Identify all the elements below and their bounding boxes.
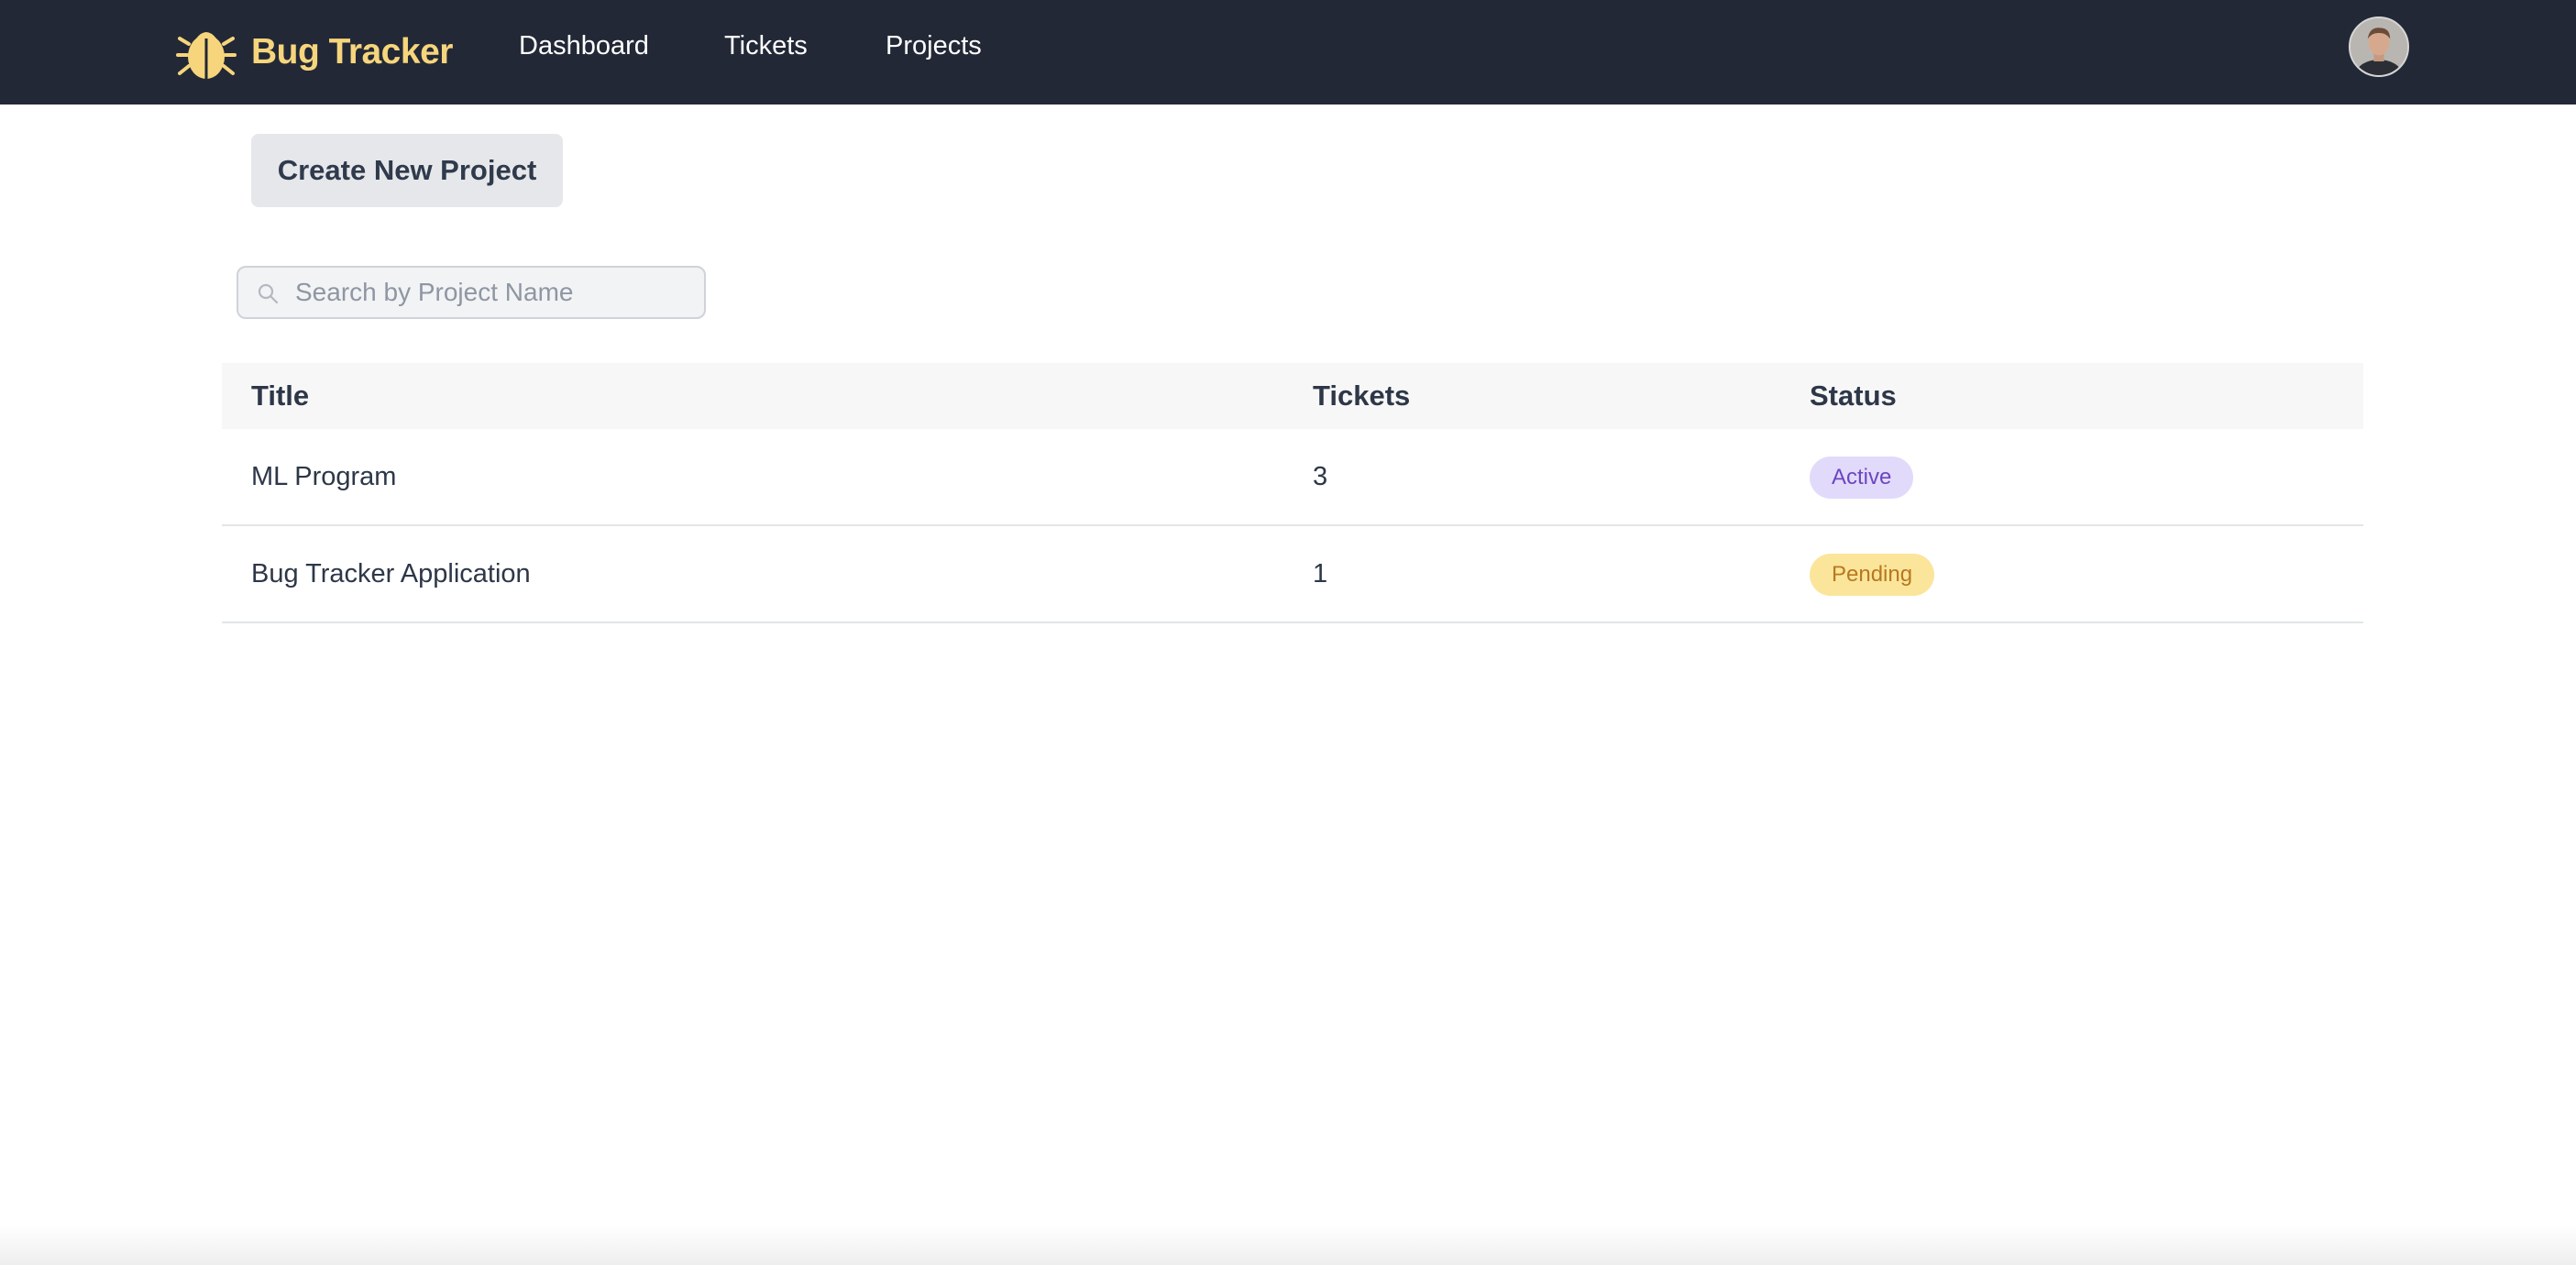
table-row[interactable]: ML Program 3 Active <box>222 429 2363 526</box>
status-badge: Pending <box>1810 554 1935 596</box>
table-row[interactable]: Bug Tracker Application 1 Pending <box>222 526 2363 623</box>
brand-name: Bug Tracker <box>251 32 453 72</box>
search-box[interactable] <box>237 266 706 319</box>
status-badge: Active <box>1810 456 1914 499</box>
bottom-shadow <box>0 1225 2576 1265</box>
search-icon <box>258 283 279 304</box>
bug-icon <box>176 32 237 79</box>
avatar-image <box>2350 18 2407 75</box>
column-header-status[interactable]: Status <box>1810 380 1897 412</box>
nav-projects[interactable]: Projects <box>886 28 982 64</box>
project-title[interactable]: ML Program <box>251 462 396 492</box>
top-navbar: Bug Tracker Dashboard Tickets Projects <box>0 0 2576 104</box>
project-ticket-count: 1 <box>1313 559 1328 588</box>
user-avatar[interactable] <box>2349 16 2409 77</box>
nav-tickets[interactable]: Tickets <box>724 28 808 64</box>
table-header: Title Tickets Status <box>222 363 2363 429</box>
brand-link[interactable]: Bug Tracker <box>176 16 453 88</box>
column-header-title[interactable]: Title <box>251 380 309 412</box>
project-title[interactable]: Bug Tracker Application <box>251 559 531 589</box>
column-header-tickets[interactable]: Tickets <box>1313 380 1410 412</box>
project-ticket-count: 3 <box>1313 462 1328 491</box>
nav-dashboard[interactable]: Dashboard <box>519 28 649 64</box>
search-input[interactable] <box>293 268 697 317</box>
projects-table: Title Tickets Status ML Program 3 Active… <box>222 363 2363 623</box>
create-project-button[interactable]: Create New Project <box>251 134 563 207</box>
